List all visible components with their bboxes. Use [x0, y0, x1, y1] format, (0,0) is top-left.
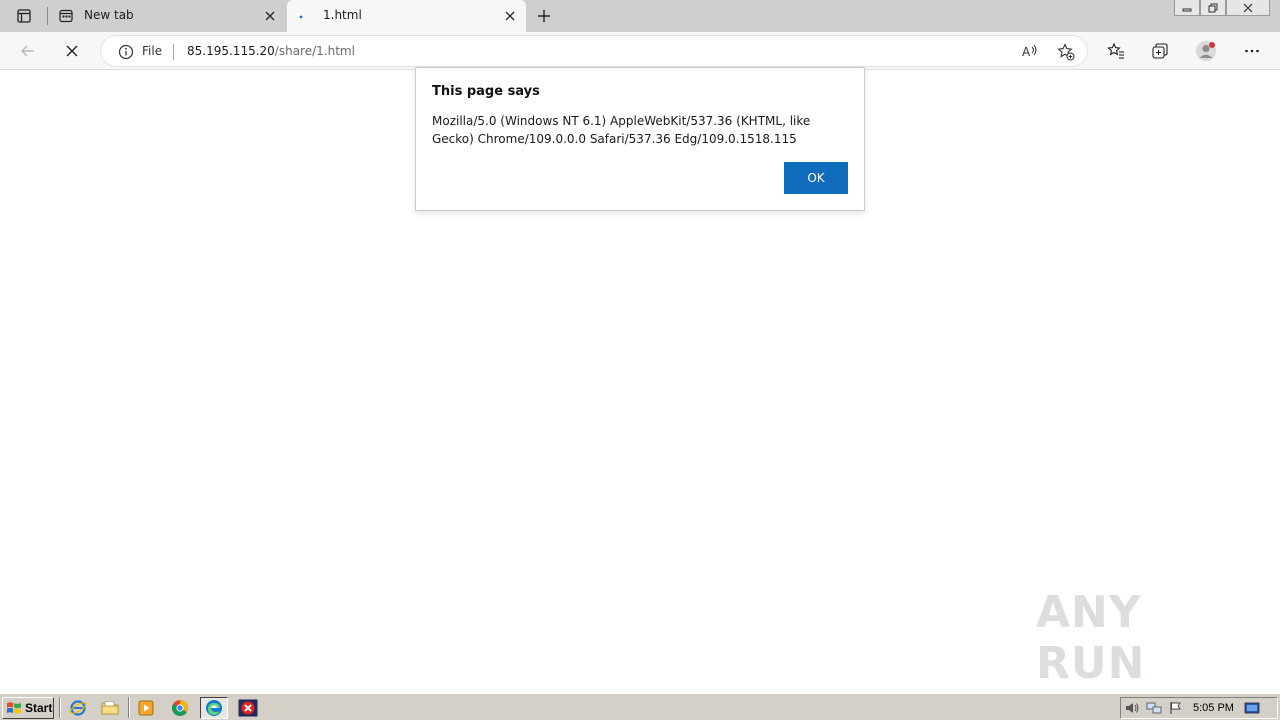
- back-arrow-icon: [21, 45, 34, 57]
- tab-1-html[interactable]: 1.html: [287, 0, 526, 32]
- tab-title: 1.html: [323, 8, 362, 22]
- minimize-button[interactable]: [1174, 0, 1200, 16]
- action-center-flag-icon[interactable]: [1165, 698, 1187, 718]
- stop-icon: [66, 45, 78, 57]
- svg-text:A: A: [1022, 45, 1031, 59]
- loading-icon: [297, 8, 313, 24]
- tab-actions-button[interactable]: [8, 4, 40, 28]
- anyrun-watermark: ANY RUN: [1036, 587, 1236, 689]
- dialog-title: This page says: [432, 84, 540, 99]
- back-button[interactable]: [16, 39, 40, 63]
- favorites-icon: [1107, 42, 1124, 59]
- settings-menu-button[interactable]: [1240, 39, 1264, 63]
- volume-icon[interactable]: [1121, 698, 1143, 718]
- collections-icon: [1152, 43, 1168, 59]
- edge-icon[interactable]: [200, 697, 228, 719]
- taskbar: Start 5:05 PM: [0, 693, 1280, 720]
- avatar-icon: [1196, 41, 1216, 61]
- new-tab-page-icon: [58, 8, 74, 24]
- start-button[interactable]: Start: [2, 697, 54, 719]
- network-icon[interactable]: [1143, 698, 1165, 718]
- close-icon: [1243, 3, 1253, 12]
- tab-title: New tab: [84, 8, 134, 22]
- start-label: Start: [25, 701, 53, 715]
- windows-logo-icon: [7, 702, 21, 714]
- window-controls: [1174, 0, 1270, 16]
- more-options-icon: [1245, 49, 1259, 53]
- taskbar-separator: [128, 697, 130, 718]
- tab-strip: New tab 1.html: [0, 0, 1280, 32]
- watermark-text: ANY RUN: [1036, 587, 1146, 689]
- restore-icon: [1208, 3, 1218, 12]
- folder-icon[interactable]: [96, 697, 124, 719]
- taskbar-separator: [59, 697, 61, 718]
- alert-dialog: This page says Mozilla/5.0 (Windows NT 6…: [415, 67, 865, 211]
- close-window-button[interactable]: [1226, 0, 1270, 16]
- show-desktop-icon[interactable]: [1241, 698, 1263, 718]
- media-player-icon[interactable]: [132, 697, 160, 719]
- url-host: 85.195.115.20: [187, 44, 275, 58]
- url-text[interactable]: 85.195.115.20/share/1.html: [187, 44, 355, 58]
- system-tray: 5:05 PM: [1120, 697, 1278, 719]
- browser-toolbar: File 85.195.115.20/share/1.html A: [0, 32, 1280, 70]
- chrome-icon[interactable]: [166, 697, 194, 719]
- minimize-icon: [1182, 8, 1192, 11]
- tab-actions-icon: [17, 9, 31, 23]
- taskbar-clock: 5:05 PM: [1193, 702, 1234, 714]
- stop-loading-button[interactable]: [60, 39, 84, 63]
- read-aloud-icon[interactable]: A: [1019, 41, 1041, 63]
- ok-button[interactable]: OK: [784, 162, 848, 194]
- restore-button[interactable]: [1200, 0, 1226, 16]
- plus-icon: [538, 10, 550, 22]
- address-divider: [173, 44, 174, 60]
- collections-button[interactable]: [1148, 39, 1172, 63]
- add-favorite-icon[interactable]: [1055, 41, 1077, 63]
- profile-button[interactable]: [1194, 39, 1218, 63]
- close-tab-icon[interactable]: [502, 8, 518, 24]
- new-tab-button[interactable]: [534, 6, 554, 26]
- close-tab-icon[interactable]: [262, 8, 278, 24]
- address-bar[interactable]: File 85.195.115.20/share/1.html A: [100, 35, 1088, 67]
- scheme-label: File: [142, 44, 163, 58]
- url-path: /share/1.html: [274, 44, 355, 58]
- favorites-button[interactable]: [1104, 39, 1128, 63]
- ie-icon[interactable]: [64, 697, 92, 719]
- error-app-icon[interactable]: [234, 697, 262, 719]
- dialog-message: Mozilla/5.0 (Windows NT 6.1) AppleWebKit…: [432, 114, 811, 146]
- tab-new-tab[interactable]: New tab: [48, 0, 286, 32]
- site-info-icon[interactable]: [117, 43, 135, 61]
